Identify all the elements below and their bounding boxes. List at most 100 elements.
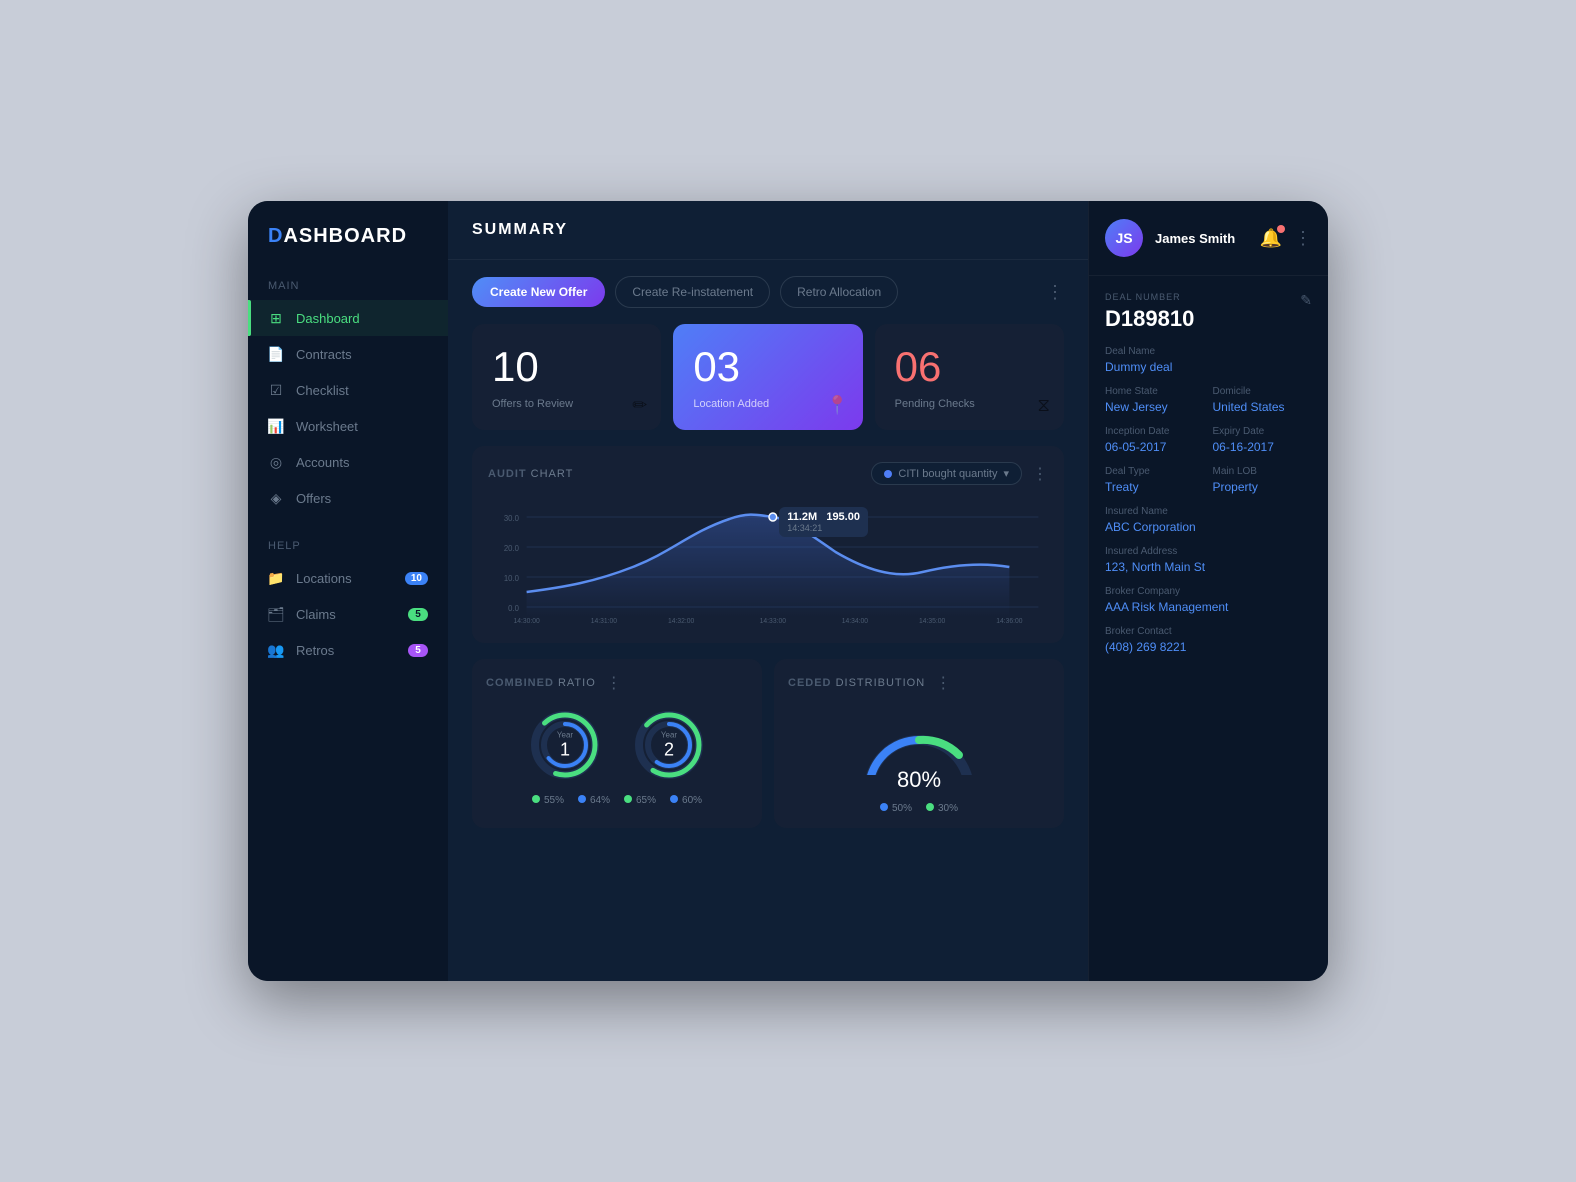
chart-filter[interactable]: CITI bought quantity ▾ [871, 462, 1022, 485]
year2-label: Year2 [661, 730, 677, 761]
section-label-help: Help [248, 532, 448, 560]
contracts-icon: 📄 [268, 346, 284, 362]
svg-text:0.0: 0.0 [508, 604, 519, 613]
year2-chart: Year2 [629, 705, 709, 785]
ratio-header: COMBINED RATIO ⋮ [486, 673, 748, 693]
stat-pending-value: 06 [895, 344, 1044, 390]
deal-number-value: D189810 [1105, 306, 1194, 332]
deal-fields-dates: Inception Date 06-05-2017 Expiry Date 06… [1105, 414, 1312, 454]
legend-item-2: 64% [578, 795, 610, 806]
pending-stat-icon: ⧖ [1037, 395, 1050, 416]
chart-tooltip: 11.2M 195.00 14:34:21 [779, 507, 868, 537]
ratio-more-icon[interactable]: ⋮ [606, 673, 622, 693]
right-panel-header: JS James Smith 🔔 ⋮ [1089, 201, 1328, 276]
home-state-label: Home State [1105, 386, 1205, 397]
notification-badge [1277, 225, 1285, 233]
stat-location-label: Location Added [693, 398, 842, 410]
svg-text:20.0: 20.0 [504, 544, 520, 553]
stat-card-location: 03 Location Added 📍 [673, 324, 862, 430]
audit-chart-svg: 30.0 20.0 10.0 0.0 14:30:00 14:31:00 [488, 497, 1048, 627]
ceded-distribution-section: CEDED DISTRIBUTION ⋮ [774, 659, 1064, 828]
sidebar-logo: DASHBOARD [248, 225, 448, 272]
create-reinstatement-button[interactable]: Create Re-instatement [615, 276, 770, 308]
location-stat-icon: 📍 [826, 395, 848, 416]
audit-chart-section: AUDIT CHART CITI bought quantity ▾ ⋮ [472, 446, 1064, 643]
main-content: SUMMARY Create New Offer Create Re-insta… [448, 201, 1088, 981]
main-lob-label: Main LOB [1213, 466, 1313, 477]
deal-field-expiry-date: Expiry Date 06-16-2017 [1213, 426, 1313, 454]
deal-field-deal-name: Deal Name Dummy deal [1105, 346, 1312, 374]
chart-more-icon[interactable]: ⋮ [1032, 464, 1048, 484]
svg-text:14:34:00: 14:34:00 [842, 618, 868, 625]
panel-more-icon[interactable]: ⋮ [1294, 228, 1312, 249]
deal-field-broker-contact: Broker Contact (408) 269 8221 [1105, 626, 1312, 654]
main-header: SUMMARY [448, 201, 1088, 260]
svg-text:14:32:00: 14:32:00 [668, 618, 694, 625]
main-lob-value: Property [1213, 480, 1313, 494]
sidebar-item-claims[interactable]: 🗂 Claims 5 [248, 596, 448, 632]
inception-date-value: 06-05-2017 [1105, 440, 1205, 454]
legend-item-1: 55% [532, 795, 564, 806]
action-more-icon[interactable]: ⋮ [1046, 282, 1064, 303]
sidebar-item-worksheet[interactable]: 📊 Worksheet [248, 408, 448, 444]
worksheet-icon: 📊 [268, 418, 284, 434]
deal-edit-icon[interactable]: ✎ [1300, 292, 1312, 309]
insured-address-label: Insured Address [1105, 546, 1312, 557]
stat-location-value: 03 [693, 344, 842, 390]
filter-chevron: ▾ [1003, 467, 1009, 480]
sidebar-item-locations[interactable]: 📁 Locations 10 [248, 560, 448, 596]
sidebar-item-retros[interactable]: 👥 Retros 5 [248, 632, 448, 668]
filter-label: CITI bought quantity [898, 468, 997, 480]
sidebar-item-label: Claims [296, 607, 336, 622]
deal-field-domicile: Domicile United States [1213, 386, 1313, 414]
filter-dot [884, 470, 892, 478]
svg-text:30.0: 30.0 [504, 514, 520, 523]
sidebar-item-label: Offers [296, 491, 331, 506]
retro-allocation-button[interactable]: Retro Allocation [780, 276, 898, 308]
claims-badge: 5 [408, 608, 428, 621]
broker-company-value: AAA Risk Management [1105, 600, 1312, 614]
year2-circle: Year2 [629, 705, 709, 785]
deal-field-home-state: Home State New Jersey [1105, 386, 1205, 414]
dashboard-icon: ⊞ [268, 310, 284, 326]
sidebar-item-contracts[interactable]: 📄 Contracts [248, 336, 448, 372]
retros-icon: 👥 [268, 642, 284, 658]
ceded-more-icon[interactable]: ⋮ [935, 673, 951, 693]
notification-bell-icon[interactable]: 🔔 [1260, 228, 1282, 249]
checklist-icon: ☑ [268, 382, 284, 398]
deal-field-inception-date: Inception Date 06-05-2017 [1105, 426, 1205, 454]
stat-offers-label: Offers to Review [492, 398, 641, 410]
user-name: James Smith [1155, 231, 1248, 246]
sidebar-item-checklist[interactable]: ☑ Checklist [248, 372, 448, 408]
tooltip-time: 14:34:21 [787, 523, 860, 533]
deal-field-broker-company: Broker Company AAA Risk Management [1105, 586, 1312, 614]
legend-item-4: 60% [670, 795, 702, 806]
tooltip-value: 11.2M 195.00 [787, 511, 860, 523]
inception-date-label: Inception Date [1105, 426, 1205, 437]
stat-pending-label: Pending Checks [895, 398, 1044, 410]
ceded-gauge: 80% [788, 705, 1050, 793]
stat-offers-value: 10 [492, 344, 641, 390]
sidebar-item-label: Dashboard [296, 311, 360, 326]
sidebar-item-dashboard[interactable]: ⊞ Dashboard [248, 300, 448, 336]
sidebar-item-offers[interactable]: ◈ Offers [248, 480, 448, 516]
deal-fields-type-lob: Deal Type Treaty Main LOB Property [1105, 454, 1312, 494]
offers-stat-icon: ✏ [632, 395, 647, 416]
dashboard-container: DASHBOARD Main ⊞ Dashboard 📄 Contracts ☑… [248, 201, 1328, 981]
deal-type-label: Deal Type [1105, 466, 1205, 477]
insured-name-label: Insured Name [1105, 506, 1312, 517]
create-offer-button[interactable]: Create New Offer [472, 277, 605, 307]
deal-field-main-lob: Main LOB Property [1213, 466, 1313, 494]
sidebar-item-accounts[interactable]: ◎ Accounts [248, 444, 448, 480]
audit-chart-title: AUDIT CHART [488, 468, 573, 480]
ceded-legend-2: 30% [926, 803, 958, 814]
domicile-label: Domicile [1213, 386, 1313, 397]
chart-area: 30.0 20.0 10.0 0.0 14:30:00 14:31:00 [488, 497, 1048, 627]
logo-rest: ASHBOARD [283, 225, 407, 247]
bottom-sections: COMBINED RATIO ⋮ [472, 659, 1064, 828]
year1-label: Year1 [557, 730, 573, 761]
ratio-circles: Year1 [486, 705, 748, 785]
sidebar-item-label: Worksheet [296, 419, 358, 434]
sidebar-item-label: Checklist [296, 383, 349, 398]
deal-name-value: Dummy deal [1105, 360, 1312, 374]
